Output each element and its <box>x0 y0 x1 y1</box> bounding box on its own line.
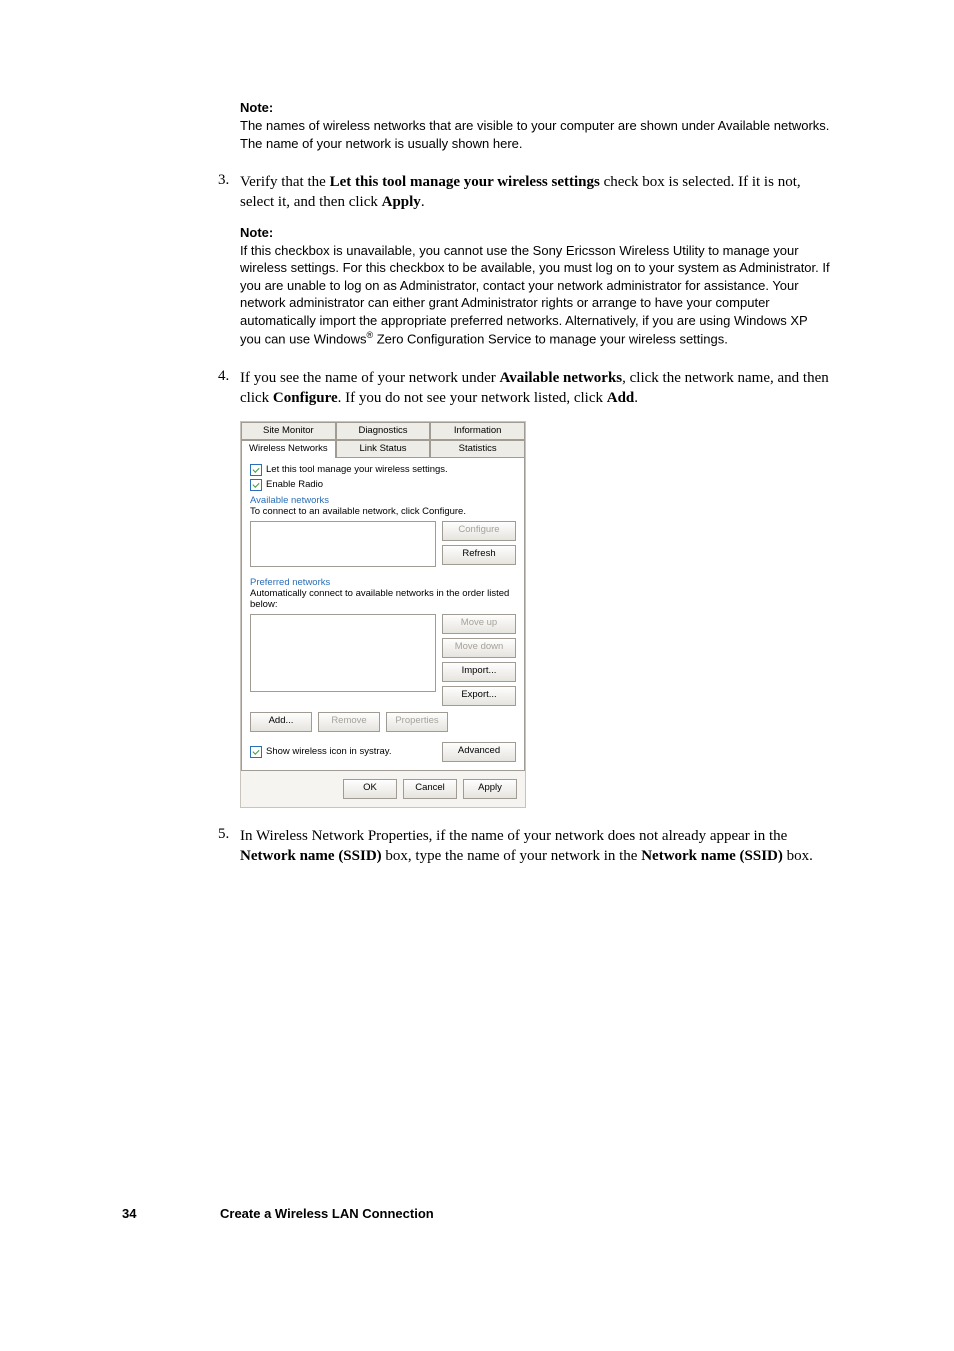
bold: Apply <box>382 194 421 210</box>
dialog-footer: OK Cancel Apply <box>241 771 525 807</box>
tab-information[interactable]: Information <box>430 422 525 440</box>
step-text: If you see the name of your network unde… <box>240 368 832 409</box>
note-body: The names of wireless networks that are … <box>240 117 832 152</box>
tab-site-monitor[interactable]: Site Monitor <box>241 422 336 440</box>
tab-row-front: Wireless Networks Link Status Statistics <box>241 440 525 458</box>
preferred-networks-title: Preferred networks <box>250 577 516 588</box>
tab-wireless-networks[interactable]: Wireless Networks <box>241 440 336 458</box>
page-number: 34 <box>122 1206 220 1221</box>
footer-title: Create a Wireless LAN Connection <box>220 1206 434 1221</box>
text: If you see the name of your network unde… <box>240 370 500 386</box>
text: box. <box>783 848 813 864</box>
configure-button[interactable]: Configure <box>442 521 516 541</box>
bold: Network name (SSID) <box>240 848 382 864</box>
note-heading: Note: <box>240 100 832 115</box>
tab-row-back: Site Monitor Diagnostics Information <box>241 422 525 440</box>
step-number: 5. <box>218 826 240 867</box>
text: Zero Configuration Service to manage you… <box>373 332 728 347</box>
text: . <box>421 194 425 210</box>
step-3: 3. Verify that the Let this tool manage … <box>122 172 832 213</box>
checkbox-systray[interactable] <box>250 746 262 758</box>
refresh-button[interactable]: Refresh <box>442 545 516 565</box>
cancel-button[interactable]: Cancel <box>403 779 457 799</box>
checkbox-label: Enable Radio <box>266 479 323 490</box>
tab-diagnostics[interactable]: Diagnostics <box>336 422 431 440</box>
bold: Configure <box>273 390 338 406</box>
wireless-utility-dialog: Site Monitor Diagnostics Information Wir… <box>240 421 526 808</box>
step-number: 4. <box>218 368 240 409</box>
preferred-networks-subtitle: Automatically connect to available netwo… <box>250 588 516 610</box>
step-text: In Wireless Network Properties, if the n… <box>240 826 832 867</box>
apply-button[interactable]: Apply <box>463 779 517 799</box>
remove-button[interactable]: Remove <box>318 712 380 732</box>
checkbox-manage-settings[interactable] <box>250 464 262 476</box>
note-heading: Note: <box>240 225 832 240</box>
checkbox-label: Show wireless icon in systray. <box>266 746 391 757</box>
checkbox-label: Let this tool manage your wireless setti… <box>266 464 448 475</box>
tab-body: Let this tool manage your wireless setti… <box>241 458 525 771</box>
step-text: Verify that the Let this tool manage you… <box>240 172 832 213</box>
export-button[interactable]: Export... <box>442 686 516 706</box>
step-4: 4. If you see the name of your network u… <box>122 368 832 409</box>
available-networks-title: Available networks <box>250 495 516 506</box>
move-down-button[interactable]: Move down <box>442 638 516 658</box>
page-footer: 34Create a Wireless LAN Connection <box>122 1206 434 1221</box>
advanced-button[interactable]: Advanced <box>442 742 516 762</box>
bold: Network name (SSID) <box>641 848 783 864</box>
text: Verify that the <box>240 174 330 190</box>
step-number: 3. <box>218 172 240 213</box>
bold: Available networks <box>500 370 623 386</box>
add-button[interactable]: Add... <box>250 712 312 732</box>
available-networks-list[interactable] <box>250 521 436 567</box>
note-body: If this checkbox is unavailable, you can… <box>240 242 832 349</box>
tab-statistics[interactable]: Statistics <box>430 440 525 458</box>
move-up-button[interactable]: Move up <box>442 614 516 634</box>
import-button[interactable]: Import... <box>442 662 516 682</box>
preferred-networks-list[interactable] <box>250 614 436 692</box>
ok-button[interactable]: OK <box>343 779 397 799</box>
text: . If you do not see your network listed,… <box>338 390 607 406</box>
bold: Add <box>607 390 635 406</box>
text: In Wireless Network Properties, if the n… <box>240 828 787 844</box>
available-networks-subtitle: To connect to an available network, clic… <box>250 506 516 517</box>
checkbox-enable-radio[interactable] <box>250 479 262 491</box>
properties-button[interactable]: Properties <box>386 712 448 732</box>
step-5: 5. In Wireless Network Properties, if th… <box>122 826 832 867</box>
tab-link-status[interactable]: Link Status <box>336 440 431 458</box>
text: . <box>634 390 638 406</box>
text: box, type the name of your network in th… <box>382 848 642 864</box>
bold: Let this tool manage your wireless setti… <box>330 174 600 190</box>
